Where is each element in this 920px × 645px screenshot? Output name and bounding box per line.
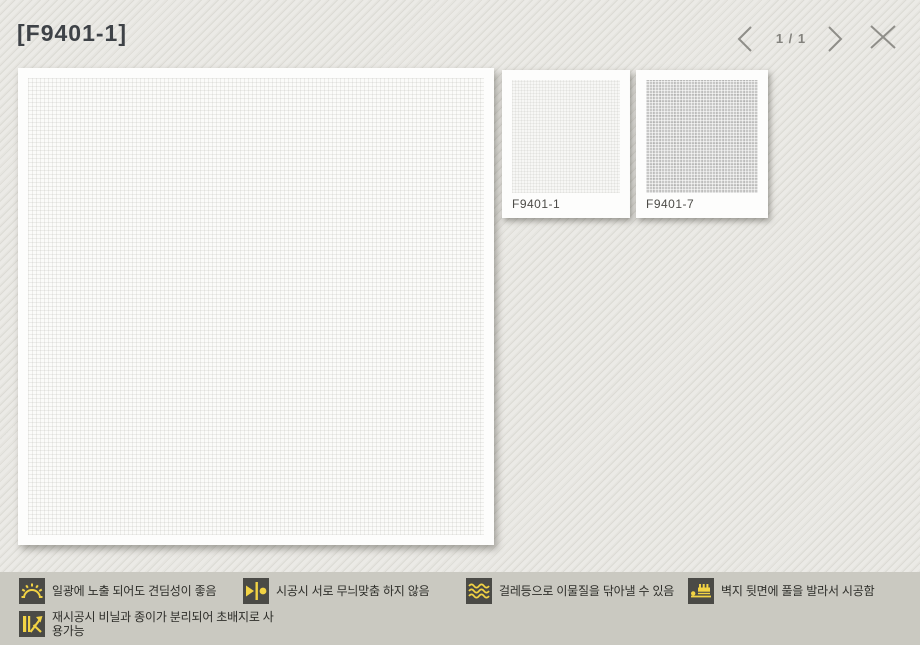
swatch-code-label: F9401-1 (512, 197, 560, 211)
feature-item: 벽지 뒷면에 풀을 발라서 시공함 (688, 578, 874, 604)
wallpaper-detail-view: [F9401-1] 1 / 1 F9401-1 (0, 0, 920, 645)
close-button[interactable] (869, 24, 897, 50)
peelable-icon (19, 611, 45, 637)
feature-item: 걸레등으로 이물질을 닦아낼 수 있음 (466, 578, 674, 604)
swatch-image[interactable] (512, 80, 620, 193)
feature-text: 재시공시 비닐과 종이가 분리되어 초배지로 사용가능 (52, 610, 274, 638)
feature-legend-bar: 일광에 노출 되어도 견딤성이 좋음 시공시 서로 무늬맞춤 하지 않음 (0, 572, 920, 645)
feature-text: 일광에 노출 되어도 견딤성이 좋음 (52, 584, 216, 598)
feature-text: 시공시 서로 무늬맞춤 하지 않음 (276, 584, 429, 598)
feature-item: 일광에 노출 되어도 견딤성이 좋음 (19, 578, 216, 604)
next-page-button[interactable] (824, 25, 845, 53)
wallpaper-texture-image (28, 78, 484, 535)
page-title: [F9401-1] (17, 20, 127, 47)
swatch-thumbnail-f9401-1[interactable]: F9401-1 (502, 70, 630, 218)
chevron-right-icon (824, 41, 845, 56)
prev-page-button[interactable] (735, 25, 756, 53)
close-icon (869, 38, 897, 53)
sunlight-resistant-icon (19, 578, 45, 604)
feature-item: 시공시 서로 무늬맞춤 하지 않음 (243, 578, 429, 604)
feature-text: 벽지 뒷면에 풀을 발라서 시공함 (721, 584, 874, 598)
washable-icon (466, 578, 492, 604)
swatch-thumbnail-f9401-7[interactable]: F9401-7 (636, 70, 768, 218)
feature-text: 걸레등으로 이물질을 닦아낼 수 있음 (499, 584, 674, 598)
pagination-indicator: 1 / 1 (763, 31, 819, 46)
main-swatch-preview (18, 68, 494, 545)
free-pattern-match-icon (243, 578, 269, 604)
paste-the-back-icon (688, 578, 714, 604)
swatch-code-label: F9401-7 (646, 197, 694, 211)
swatch-image[interactable] (646, 80, 758, 193)
feature-item: 재시공시 비닐과 종이가 분리되어 초배지로 사용가능 (19, 610, 274, 638)
chevron-left-icon (735, 41, 756, 56)
